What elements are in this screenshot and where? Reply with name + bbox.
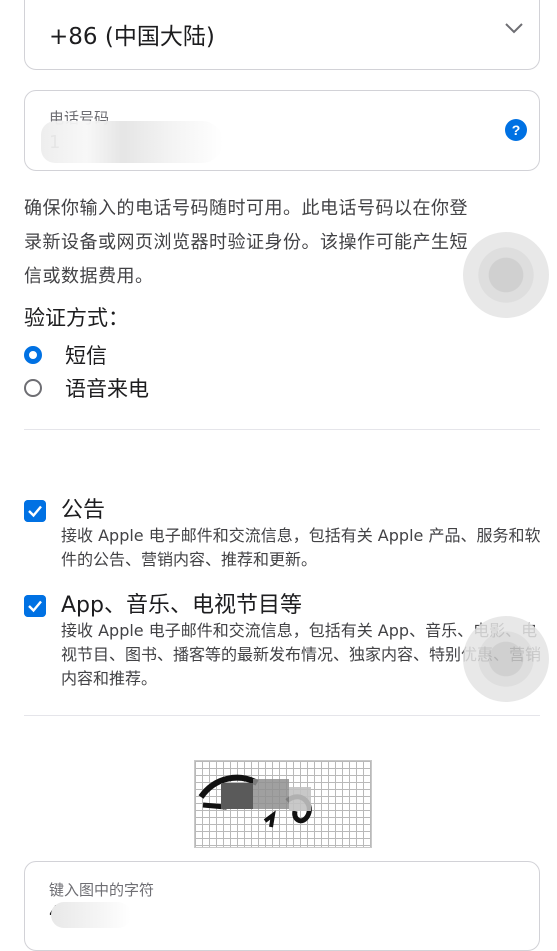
radio-selected-icon[interactable] [24, 346, 42, 364]
apps-music-tv-title: App、音乐、电视节目等 [61, 593, 302, 618]
captcha-image [194, 760, 372, 848]
radio-sms[interactable]: 短信 [24, 340, 107, 370]
captcha-input-label: 键入图中的字符 [49, 881, 155, 899]
announcements-title: 公告 [61, 498, 106, 523]
radio-voice-call-label: 语音来电 [65, 377, 149, 401]
captcha-glyphs [198, 774, 312, 828]
country-code-select[interactable]: +86 (中国大陆) [24, 0, 540, 70]
captcha-input-field[interactable]: 键入图中的字符 4 [24, 861, 540, 951]
announcements-description: 接收 Apple 电子邮件和交流信息，包括有关 Apple 产品、服务和软件的公… [61, 526, 541, 569]
phone-notice-text: 确保你输入的电话号码随时可用。此电话号码以在你登录新设备或网页浏览器时验证身份。… [24, 198, 468, 287]
divider [24, 429, 540, 430]
checkbox-checked-icon[interactable] [24, 500, 46, 522]
country-code-value: +86 (中国大陆) [49, 24, 215, 50]
assistive-touch-button[interactable] [463, 232, 549, 318]
assistive-touch-button[interactable] [463, 616, 549, 702]
chevron-down-icon [505, 23, 523, 34]
redaction-blur [51, 902, 131, 928]
divider [24, 715, 540, 716]
phone-number-field[interactable]: 电话号码 1 ? [24, 90, 540, 171]
redaction-blur [41, 121, 223, 163]
radio-unselected-icon[interactable] [24, 379, 42, 397]
help-icon[interactable]: ? [505, 119, 527, 141]
radio-sms-label: 短信 [65, 344, 107, 368]
radio-voice-call[interactable]: 语音来电 [24, 373, 149, 403]
verification-method-title: 验证方式： [24, 306, 129, 330]
checkbox-checked-icon[interactable] [24, 595, 46, 617]
